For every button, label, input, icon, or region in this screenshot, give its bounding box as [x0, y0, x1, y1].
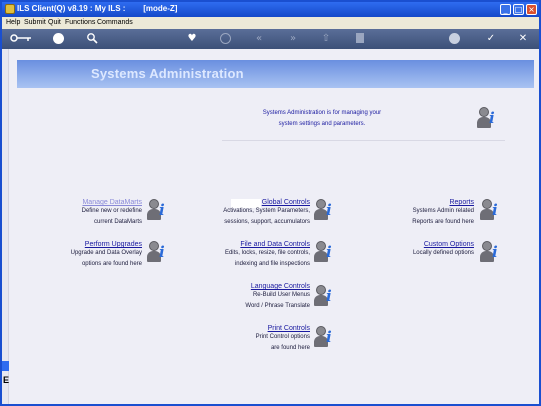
- print-controls-desc-2: are found here: [270, 345, 310, 351]
- menu-bar: Help Submit Quit Functions Commands: [2, 17, 539, 29]
- menu-submit[interactable]: Submit: [24, 19, 46, 26]
- up-icon[interactable]: ⇧: [319, 32, 333, 46]
- divider: [222, 140, 505, 141]
- menu-quit[interactable]: Quit: [48, 19, 61, 26]
- window-title: ILS Client(Q) v8.19 : My ILS : [mode-Z]: [17, 4, 178, 13]
- file-data-controls-module: File and Data Controls Edits, locks, res…: [202, 241, 310, 270]
- language-controls-module: Language Controls Re-Build User Menus Wo…: [202, 283, 310, 312]
- confirm-icon[interactable]: ✓: [484, 32, 498, 46]
- cancel-icon[interactable]: ✕: [516, 32, 530, 46]
- toolbar: ♥ « » ⇧ ✓ ✕: [2, 29, 539, 49]
- sidebar-glyph: E: [3, 375, 10, 385]
- perform-upgrades-link[interactable]: Perform Upgrades: [47, 241, 142, 248]
- manage-datamarts-link[interactable]: Manage DataMarts: [62, 199, 142, 206]
- reports-link[interactable]: Reports: [382, 199, 474, 206]
- language-controls-link[interactable]: Language Controls: [202, 283, 310, 290]
- intro-line-1: Systems Administration is for managing y…: [262, 110, 382, 116]
- custom-options-helper-icon[interactable]: i: [480, 241, 502, 263]
- global-controls-desc-2: sessions, support, accumulators: [224, 219, 310, 225]
- title-bar: ILS Client(Q) v8.19 : My ILS : [mode-Z] …: [2, 2, 539, 17]
- heart-icon[interactable]: ♥: [185, 32, 199, 46]
- intro-line-2: system settings and parameters.: [278, 121, 366, 127]
- sidebar-tab[interactable]: [2, 361, 9, 371]
- menu-help[interactable]: Help: [6, 19, 20, 26]
- settings-icon[interactable]: [449, 33, 460, 44]
- reports-helper-icon[interactable]: i: [480, 199, 502, 221]
- file-data-controls-desc-2: indexing and file inspections: [234, 261, 310, 267]
- minimize-button[interactable]: _: [500, 4, 511, 15]
- left-sidebar: [2, 49, 9, 404]
- reports-desc-2: Reports are found here: [412, 219, 474, 225]
- main-content: E Systems Administration Systems Adminis…: [2, 49, 539, 404]
- global-controls-link[interactable]: Global Controls: [202, 199, 310, 206]
- page-title: Systems Administration: [91, 66, 244, 81]
- app-icon: [5, 4, 15, 14]
- intro-text: Systems Administration is for managing y…: [252, 108, 392, 130]
- app-window: ILS Client(Q) v8.19 : My ILS : [mode-Z] …: [0, 0, 541, 406]
- manage-datamarts-desc-1: Define new or redefine: [81, 208, 142, 214]
- search-icon[interactable]: [85, 32, 99, 49]
- file-data-controls-helper-icon[interactable]: i: [314, 241, 336, 263]
- perform-upgrades-module: Perform Upgrades Upgrade and Data Overla…: [47, 241, 142, 270]
- refresh-icon[interactable]: [220, 33, 231, 44]
- print-controls-link[interactable]: Print Controls: [202, 325, 310, 332]
- save-icon[interactable]: [353, 32, 367, 49]
- key-icon[interactable]: [10, 32, 32, 49]
- global-controls-module: Global Controls Activations, System Para…: [202, 199, 310, 228]
- language-controls-desc-2: Word / Phrase Translate: [245, 303, 310, 309]
- manage-datamarts-module: Manage DataMarts Define new or redefine …: [62, 199, 142, 228]
- manage-datamarts-helper-icon[interactable]: i: [147, 199, 169, 221]
- perform-upgrades-helper-icon[interactable]: i: [147, 241, 169, 263]
- print-controls-desc-1: Print Control options: [255, 334, 310, 340]
- first-icon[interactable]: «: [252, 32, 266, 46]
- reports-desc-1: Systems Admin related: [412, 208, 474, 214]
- custom-options-desc-1: Locally defined options: [412, 250, 474, 256]
- print-controls-module: Print Controls Print Control options are…: [202, 325, 310, 354]
- page-banner: Systems Administration: [17, 60, 534, 88]
- file-data-controls-link[interactable]: File and Data Controls: [202, 241, 310, 248]
- last-icon[interactable]: »: [286, 32, 300, 46]
- help-icon[interactable]: [53, 33, 64, 44]
- menu-commands[interactable]: Commands: [97, 19, 133, 26]
- global-controls-desc-1: Activations, System Parameters,: [223, 208, 310, 214]
- intro-helper-icon[interactable]: i: [477, 107, 499, 129]
- language-controls-helper-icon[interactable]: i: [314, 285, 336, 307]
- menu-functions[interactable]: Functions: [65, 19, 95, 26]
- language-controls-desc-1: Re-Build User Menus: [252, 292, 310, 298]
- perform-upgrades-desc-2: options are found here: [81, 261, 142, 267]
- perform-upgrades-desc-1: Upgrade and Data Overlay: [70, 250, 142, 256]
- custom-options-module: Custom Options Locally defined options: [382, 241, 474, 259]
- close-button[interactable]: ×: [526, 4, 537, 15]
- file-data-controls-desc-1: Edits, locks, resize, file controls,: [224, 250, 310, 256]
- global-controls-helper-icon[interactable]: i: [314, 199, 336, 221]
- print-controls-helper-icon[interactable]: i: [314, 326, 336, 348]
- manage-datamarts-desc-2: current DataMarts: [93, 219, 142, 225]
- maximize-button[interactable]: □: [513, 4, 524, 15]
- custom-options-link[interactable]: Custom Options: [382, 241, 474, 248]
- reports-module: Reports Systems Admin related Reports ar…: [382, 199, 474, 228]
